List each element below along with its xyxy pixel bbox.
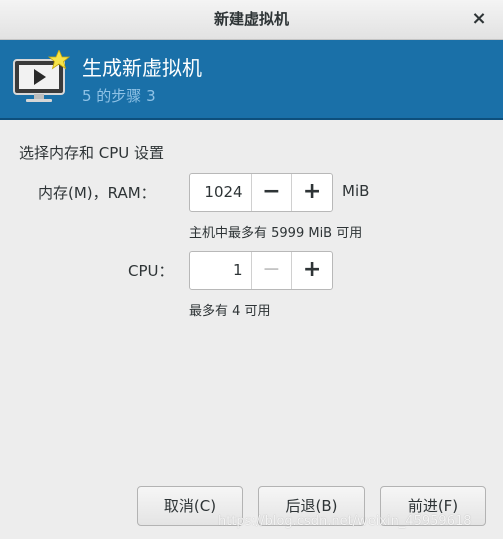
wizard-heading: 生成新虚拟机 bbox=[82, 56, 202, 80]
memory-increment-button[interactable]: + bbox=[291, 174, 332, 211]
memory-unit: MiB bbox=[342, 182, 370, 200]
memory-decrement-button[interactable]: − bbox=[250, 174, 292, 211]
title-bar: 新建虚拟机 × bbox=[0, 0, 503, 40]
watermark-text: https://blog.csdn.net/weixin_45959618 bbox=[218, 514, 472, 529]
cpu-decrement-button: − bbox=[250, 252, 292, 289]
window-title: 新建虚拟机 bbox=[213, 10, 289, 28]
close-icon[interactable]: × bbox=[469, 9, 489, 29]
memory-hint: 主机中最多有 5999 MiB 可用 bbox=[189, 226, 363, 241]
cpu-hint: 最多有 4 可用 bbox=[189, 304, 271, 319]
section-title: 选择内存和 CPU 设置 bbox=[19, 144, 165, 162]
new-vm-icon bbox=[13, 50, 70, 102]
wizard-banner: 生成新虚拟机 5 的步骤 3 bbox=[0, 40, 503, 120]
cpu-spinbox[interactable]: 1 − + bbox=[189, 251, 333, 290]
memory-value-input[interactable]: 1024 bbox=[190, 174, 251, 211]
cpu-label: CPU： bbox=[128, 262, 174, 280]
cpu-value-input[interactable]: 1 bbox=[190, 252, 251, 289]
cpu-increment-button[interactable]: + bbox=[291, 252, 332, 289]
memory-spinbox[interactable]: 1024 − + bbox=[189, 173, 333, 212]
wizard-content: 选择内存和 CPU 设置 内存(M)，RAM： 1024 − + MiB 主机中… bbox=[0, 120, 503, 539]
wizard-step-indicator: 5 的步骤 3 bbox=[82, 87, 156, 105]
memory-label: 内存(M)，RAM： bbox=[38, 184, 156, 202]
